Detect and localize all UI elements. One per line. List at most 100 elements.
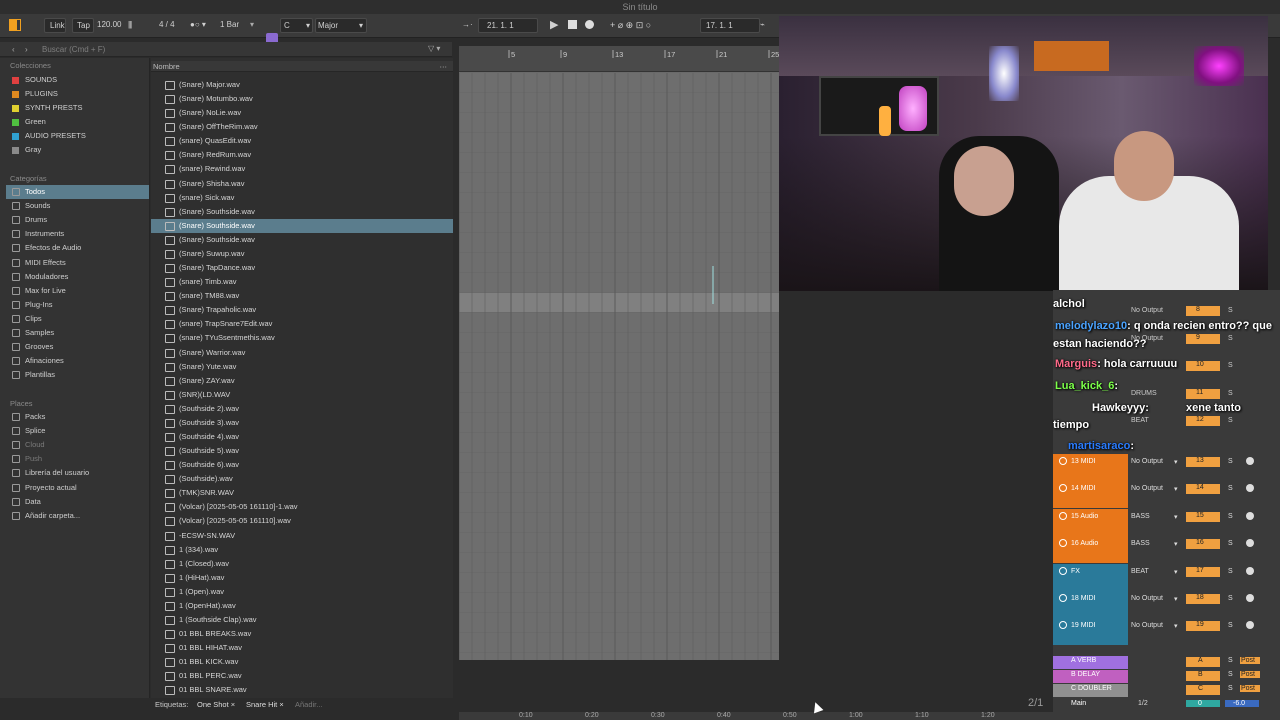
category-item[interactable]: Instruments — [6, 227, 149, 241]
track-lane[interactable] — [459, 653, 779, 660]
file-row[interactable]: (snare) Rewind.wav — [151, 162, 453, 176]
file-row[interactable]: (snare) TM88.wav — [151, 289, 453, 303]
solo-button[interactable]: S — [1228, 362, 1233, 369]
file-row[interactable]: 1 (Closed).wav — [151, 557, 453, 571]
track-number[interactable]: 9 — [1186, 333, 1220, 344]
forward-icon[interactable]: › — [25, 45, 28, 54]
track-lane[interactable] — [459, 393, 779, 412]
file-row[interactable]: (Southside 6).wav — [151, 458, 453, 472]
remove-tag-icon[interactable]: × — [279, 700, 283, 709]
output-select[interactable]: No Output — [1131, 458, 1163, 465]
output-select[interactable]: BEAT — [1131, 417, 1149, 424]
category-item[interactable]: Plug-Ins — [6, 298, 149, 312]
time-signature-field[interactable]: 4 / 4 — [159, 20, 175, 29]
tap-button[interactable]: Tap — [72, 18, 94, 33]
return-track[interactable]: B DELAY — [1053, 670, 1128, 683]
file-row[interactable]: 1 (HiHat).wav — [151, 571, 453, 585]
track-lane[interactable] — [459, 193, 779, 212]
file-row[interactable]: (Southside).wav — [151, 472, 453, 486]
category-item[interactable]: Drums — [6, 213, 149, 227]
file-row[interactable]: (Snare) RedRum.wav — [151, 148, 453, 162]
fold-icon[interactable] — [1059, 484, 1067, 493]
collection-item[interactable]: Gray — [6, 143, 149, 157]
track-number[interactable]: 8 — [1186, 306, 1220, 316]
mixer-track[interactable]: 15 Audio — [1053, 508, 1128, 536]
track-lane[interactable] — [459, 473, 779, 492]
file-row[interactable]: (Snare) Yute.wav — [151, 360, 453, 374]
track-lane[interactable] — [459, 213, 779, 232]
track-lane[interactable] — [459, 133, 779, 152]
arm-icon[interactable] — [1246, 457, 1254, 465]
file-row[interactable]: 1 (334).wav — [151, 543, 453, 557]
arrangement-view-icon[interactable] — [9, 19, 21, 31]
track-lane[interactable] — [459, 453, 779, 472]
category-item[interactable]: Max for Live — [6, 284, 149, 298]
file-row[interactable]: (Snare) Shisha.wav — [151, 177, 453, 191]
post-button[interactable]: Post — [1240, 685, 1260, 692]
key-select[interactable]: C ▾ — [280, 18, 313, 33]
track-number[interactable]: 13 — [1186, 457, 1220, 467]
main-volume[interactable]: 0 — [1186, 700, 1220, 707]
track-lane[interactable] — [459, 613, 779, 632]
track-lane[interactable] — [459, 573, 779, 592]
solo-button[interactable]: S — [1228, 513, 1233, 520]
category-item[interactable]: Moduladores — [6, 270, 149, 284]
solo-button[interactable]: S — [1228, 485, 1233, 492]
post-button[interactable]: Post — [1240, 657, 1260, 664]
link-button[interactable]: Link — [44, 18, 66, 33]
category-item[interactable]: Plantillas — [6, 368, 149, 382]
arm-icon[interactable] — [1246, 511, 1254, 520]
category-item[interactable]: Afinaciones — [6, 354, 149, 368]
main-track[interactable]: Main — [1053, 698, 1128, 712]
arm-icon[interactable] — [1246, 566, 1254, 575]
place-item[interactable]: Añadir carpeta... — [6, 509, 149, 523]
mixer-track[interactable]: 16 Audio — [1053, 536, 1128, 564]
track-number[interactable]: 10 — [1186, 361, 1220, 371]
arrangement-view[interactable] — [459, 46, 779, 660]
track-lane[interactable] — [459, 553, 779, 572]
solo-button[interactable]: S — [1228, 417, 1233, 424]
output-select[interactable]: DRUMS — [1131, 390, 1157, 397]
track-number[interactable]: 12 — [1186, 416, 1220, 426]
file-row[interactable]: (TMK)SNR.WAV — [151, 486, 453, 500]
category-item[interactable]: Efectos de Audio — [6, 241, 149, 255]
file-row[interactable]: (Snare) Southside.wav — [151, 205, 453, 219]
mixer-track[interactable]: FX — [1053, 563, 1128, 591]
solo-button[interactable]: S — [1228, 458, 1233, 465]
file-row[interactable]: (snare) Sick.wav — [151, 191, 453, 205]
place-item[interactable]: Splice — [6, 424, 149, 438]
mixer-track[interactable]: 19 MIDI — [1053, 618, 1128, 646]
track-lane[interactable] — [459, 173, 779, 192]
file-row[interactable]: (Snare) Warrior.wav — [151, 346, 453, 360]
tag-one-shot[interactable]: One Shot × — [197, 698, 235, 712]
arm-icon[interactable] — [1246, 539, 1254, 548]
file-row[interactable]: -ECSW-SN.WAV — [151, 529, 453, 543]
file-row[interactable]: (Southside 4).wav — [151, 430, 453, 444]
solo-button[interactable]: S — [1228, 568, 1233, 575]
tag-snare-hit[interactable]: Snare Hit × — [246, 698, 284, 712]
file-row[interactable]: (Snare) OffTheRim.wav — [151, 120, 453, 134]
output-select[interactable]: No Output — [1131, 307, 1163, 314]
file-row[interactable]: 01 BBL PERC.wav — [151, 669, 453, 683]
chat-username[interactable]: Lua_kick_6 — [1055, 380, 1114, 392]
mixer-track[interactable]: 18 MIDI — [1053, 591, 1128, 618]
place-item[interactable]: Cloud — [6, 438, 149, 452]
solo-button[interactable]: S — [1228, 540, 1233, 547]
metronome-toggle-icon[interactable]: ●○ ▾ — [190, 20, 206, 29]
track-lane[interactable] — [459, 233, 779, 252]
fold-icon[interactable] — [1059, 457, 1067, 465]
stop-icon[interactable] — [568, 20, 577, 29]
solo-button[interactable]: S — [1228, 657, 1233, 664]
fold-icon[interactable] — [1059, 539, 1067, 548]
remove-tag-icon[interactable]: × — [231, 700, 235, 709]
output-select[interactable]: No Output — [1131, 595, 1163, 602]
position-field[interactable]: 21. 1. 1 — [478, 18, 538, 33]
mixer-track[interactable]: 13 MIDI — [1053, 454, 1128, 481]
fold-icon[interactable] — [1059, 621, 1067, 630]
track-lane[interactable] — [459, 433, 779, 452]
solo-button[interactable]: S — [1228, 335, 1233, 342]
quantization-select[interactable]: 1 Bar — [220, 20, 239, 29]
scale-select[interactable]: Major ▾ — [315, 18, 367, 33]
place-item[interactable]: Proyecto actual — [6, 481, 149, 495]
file-row[interactable]: (Snare) NoLie.wav — [151, 106, 453, 120]
